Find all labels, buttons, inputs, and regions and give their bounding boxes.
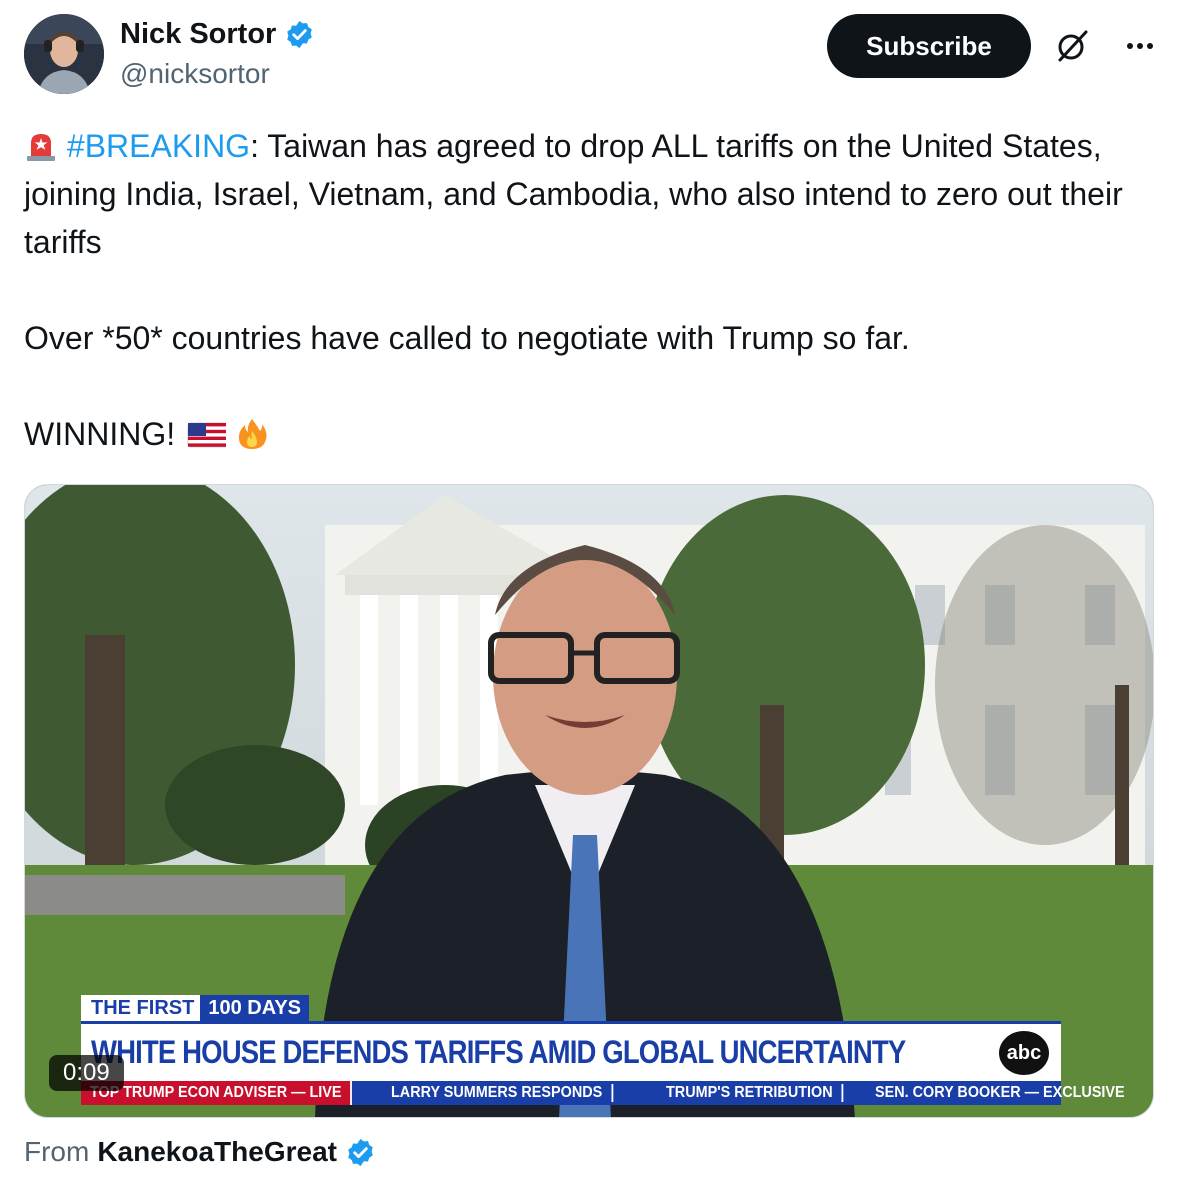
chyron-headline-bar: WHITE HOUSE DEFENDS TARIFFS AMID GLOBAL … — [81, 1021, 1061, 1081]
tweet-header: Nick Sortor @nicksortor Subscribe — [24, 14, 1164, 104]
chyron-tag-right: 100 DAYS — [200, 995, 309, 1021]
video-duration: 0:09 — [49, 1055, 124, 1091]
video-player[interactable]: THE FIRST 100 DAYS WHITE HOUSE DEFENDS T… — [24, 484, 1154, 1118]
abc-logo: abc — [999, 1031, 1049, 1075]
handle[interactable]: @nicksortor — [120, 58, 270, 90]
subscribe-button[interactable]: Subscribe — [827, 14, 1031, 78]
attribution-prefix: From — [24, 1136, 90, 1167]
ticker-item: SEN. CORY BOOKER — EXCLUSIVE — [875, 1084, 1125, 1101]
siren-emoji-icon — [27, 134, 55, 161]
chyron-tag: THE FIRST 100 DAYS — [81, 995, 309, 1021]
tweet-paragraph-3: WINNING! — [24, 416, 176, 452]
news-ticker: TOP TRUMP ECON ADVISER — LIVE LARRY SUMM… — [81, 1081, 1125, 1105]
display-name[interactable]: Nick Sortor — [120, 18, 276, 51]
verified-badge-icon — [287, 20, 313, 49]
more-options-icon[interactable] — [1120, 26, 1160, 66]
us-flag-emoji-icon — [187, 422, 226, 448]
chyron-tag-left: THE FIRST — [81, 995, 201, 1021]
verified-badge-icon — [348, 1138, 373, 1166]
tweet-text: #BREAKING: Taiwan has agreed to drop ALL… — [24, 122, 1164, 458]
tweet-paragraph-2: Over *50* countries have called to negot… — [24, 320, 910, 356]
ticker-item: TRUMP'S RETRIBUTION — [639, 1084, 844, 1102]
avatar[interactable] — [24, 14, 104, 94]
hashtag-breaking[interactable]: #BREAKING — [67, 128, 250, 164]
grok-icon[interactable] — [1052, 26, 1092, 66]
ticker-item: LARRY SUMMERS RESPONDS — [382, 1084, 614, 1102]
video-attribution: From KanekoaTheGreat — [24, 1136, 376, 1168]
chyron-headline: WHITE HOUSE DEFENDS TARIFFS AMID GLOBAL … — [91, 1034, 906, 1070]
attribution-source[interactable]: KanekoaTheGreat — [97, 1136, 337, 1168]
fire-emoji-icon — [238, 419, 267, 449]
